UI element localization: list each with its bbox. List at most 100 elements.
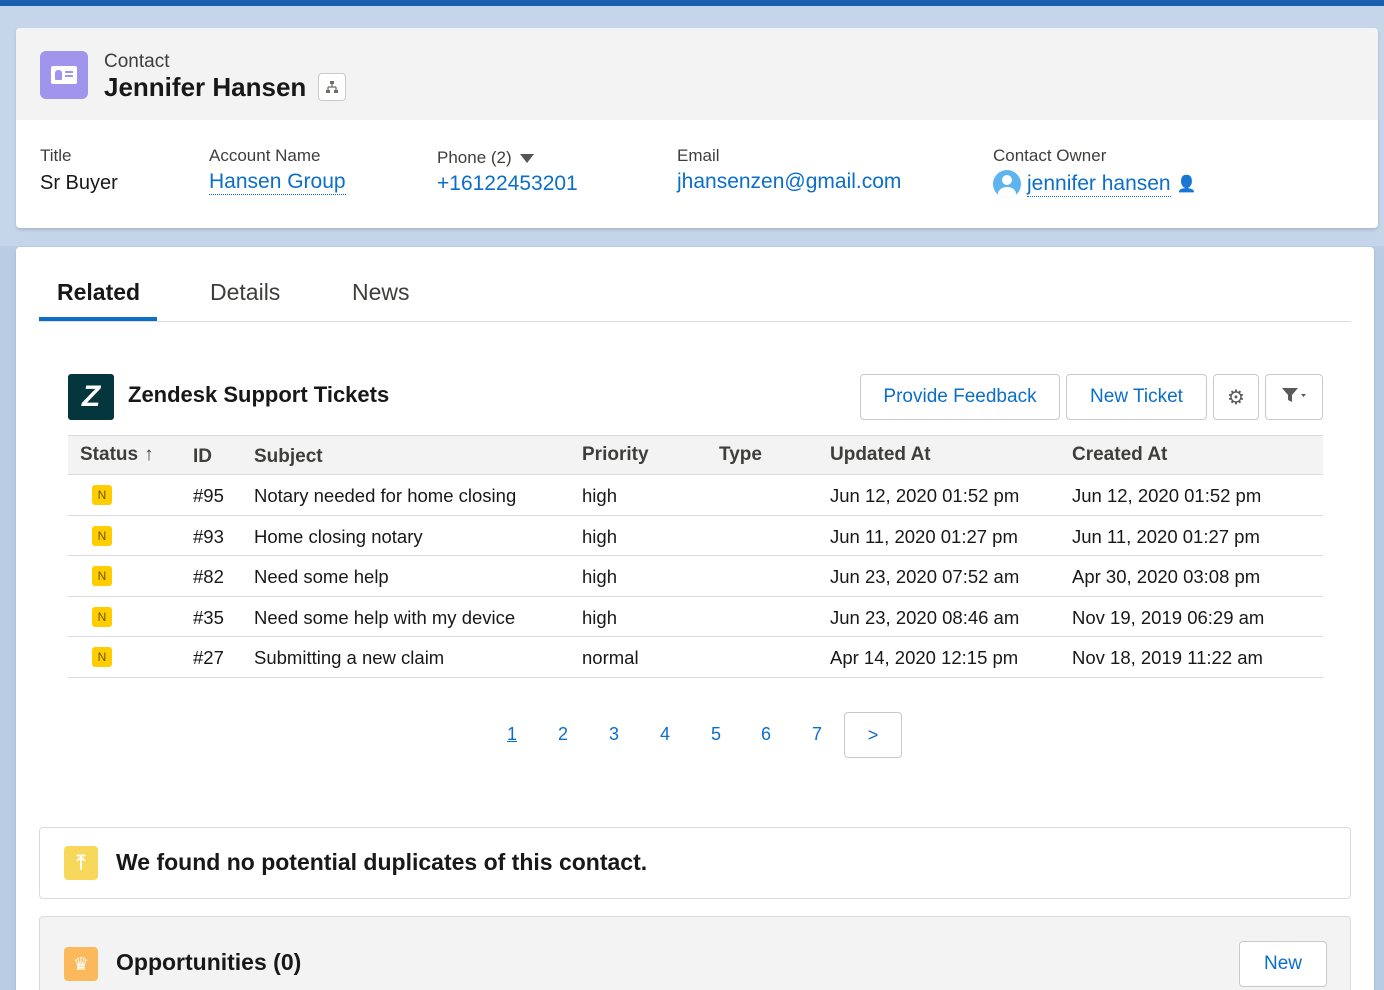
tab-related[interactable]: Related	[57, 279, 140, 306]
page-link-3[interactable]: 3	[609, 724, 619, 745]
email-link[interactable]: jhansenzen@gmail.com	[677, 170, 901, 194]
ticket-created: Nov 19, 2019 06:29 am	[1072, 606, 1265, 628]
opportunities-card: ♛ Opportunities (0) New	[39, 916, 1351, 990]
col-id[interactable]: ID	[193, 446, 212, 468]
ticket-subject[interactable]: Submitting a new claim	[254, 647, 444, 669]
ticket-priority: high	[582, 485, 617, 506]
ticket-id[interactable]: #35	[193, 607, 224, 629]
field-account: Account Name Hansen Group	[209, 146, 346, 195]
col-created[interactable]: Created At	[1072, 444, 1167, 466]
table-row[interactable]: N #82 Need some help high Jun 23, 2020 0…	[68, 556, 1323, 597]
field-title: Title Sr Buyer	[40, 146, 118, 195]
filter-button[interactable]	[1265, 374, 1323, 420]
ticket-subject[interactable]: Need some help	[254, 566, 389, 588]
col-subject[interactable]: Subject	[254, 446, 323, 468]
ticket-created: Apr 30, 2020 03:08 pm	[1072, 566, 1261, 587]
ticket-subject[interactable]: Notary needed for home closing	[254, 485, 516, 507]
account-link[interactable]: Hansen Group	[209, 170, 346, 195]
tickets-table: Status ↑ ID Subject Priority Type Updated…	[68, 435, 1323, 678]
page-link-2[interactable]: 2	[558, 724, 568, 745]
owner-link[interactable]: jennifer hansen	[1027, 172, 1171, 197]
record-header: Contact Jennifer Hansen Title Sr Buyer A…	[16, 28, 1378, 228]
new-ticket-button[interactable]: New Ticket	[1066, 374, 1207, 420]
phone-link[interactable]: +16122453201	[437, 172, 578, 196]
ticket-created: Nov 18, 2019 11:22 am	[1072, 647, 1263, 668]
chevron-down-icon[interactable]	[519, 154, 534, 164]
status-badge: N	[92, 566, 112, 586]
page-link-7[interactable]: 7	[812, 724, 822, 745]
field-phone-label[interactable]: Phone (2)	[437, 148, 578, 168]
hierarchy-icon[interactable]	[318, 73, 346, 101]
ticket-created: Jun 11, 2020 01:27 pm	[1072, 525, 1260, 547]
duplicates-message: We found no potential duplicates of this…	[116, 849, 648, 875]
avatar	[993, 170, 1021, 198]
opportunities-title[interactable]: Opportunities (0)	[116, 949, 301, 976]
ticket-updated: Apr 14, 2020 12:15 pm	[830, 647, 1019, 668]
table-row[interactable]: N #35 Need some help with my device high…	[68, 597, 1323, 637]
field-email: Email jhansenzen@gmail.com	[677, 146, 901, 194]
table-header: Status ↑ ID Subject Priority Type Updated…	[68, 435, 1323, 475]
col-status-label: Status	[80, 444, 139, 465]
related-panel: Related Details News Z Zendesk Support T…	[16, 247, 1374, 990]
ticket-updated: Jun 23, 2020 08:46 am	[830, 606, 1020, 628]
ticket-updated: Jun 23, 2020 07:52 am	[830, 566, 1020, 587]
col-status[interactable]: Status ↑	[80, 444, 154, 466]
table-row[interactable]: N #27 Submitting a new claim normal Apr …	[68, 637, 1323, 678]
ticket-priority: high	[582, 606, 617, 628]
col-priority[interactable]: Priority	[582, 444, 649, 466]
page-link-6[interactable]: 6	[761, 724, 771, 745]
new-opportunity-button[interactable]: New	[1239, 941, 1327, 987]
pagination: 1 2 3 4 5 6 7 >	[16, 712, 1374, 758]
field-phone: Phone (2) +16122453201	[437, 148, 578, 196]
ticket-id[interactable]: #93	[193, 526, 224, 548]
tab-news[interactable]: News	[352, 279, 410, 306]
field-owner-label: Contact Owner	[993, 146, 1107, 165]
contact-card-icon	[40, 51, 88, 99]
ticket-updated: Jun 11, 2020 01:27 pm	[830, 525, 1018, 547]
filter-icon	[1281, 386, 1307, 409]
ticket-id[interactable]: #82	[193, 566, 224, 588]
zendesk-logo: Z	[68, 374, 114, 420]
tab-details[interactable]: Details	[210, 279, 280, 306]
ticket-priority: normal	[582, 647, 639, 668]
record-name: Jennifer Hansen	[104, 72, 307, 102]
field-account-label: Account Name	[209, 146, 321, 165]
duplicates-card: ⤒ We found no potential duplicates of th…	[39, 827, 1351, 899]
crown-icon: ♛	[64, 947, 98, 981]
status-badge: N	[92, 525, 112, 546]
record-header-top: Contact Jennifer Hansen	[16, 28, 1378, 120]
sort-arrow-icon: ↑	[144, 444, 154, 465]
ticket-subject[interactable]: Home closing notary	[254, 526, 423, 548]
active-tab-indicator	[39, 317, 157, 321]
status-badge: N	[92, 647, 112, 667]
ticket-updated: Jun 12, 2020 01:52 pm	[830, 485, 1020, 506]
record-type-label: Contact	[104, 51, 170, 72]
ticket-id[interactable]: #27	[193, 647, 224, 669]
status-badge: N	[92, 606, 112, 627]
field-owner: Contact Owner jennifer hansen 👤	[993, 146, 1197, 198]
ticket-priority: high	[582, 525, 617, 547]
ticket-subject[interactable]: Need some help with my device	[254, 607, 515, 629]
gear-icon: ⚙	[1227, 386, 1245, 409]
next-page-button[interactable]: >	[844, 712, 902, 758]
phone-label-text: Phone (2)	[437, 148, 512, 167]
field-email-label: Email	[677, 146, 720, 165]
table-row[interactable]: N #95 Notary needed for home closing hig…	[68, 475, 1323, 516]
settings-button[interactable]: ⚙	[1213, 374, 1259, 420]
status-badge: N	[92, 485, 112, 505]
ticket-created: Jun 12, 2020 01:52 pm	[1072, 485, 1262, 506]
change-owner-icon[interactable]: 👤	[1177, 174, 1197, 194]
page-link-4[interactable]: 4	[660, 724, 670, 745]
ticket-id[interactable]: #95	[193, 485, 224, 507]
provide-feedback-button[interactable]: Provide Feedback	[860, 374, 1060, 420]
page-link-1[interactable]: 1	[507, 724, 517, 745]
table-row[interactable]: N #93 Home closing notary high Jun 11, 2…	[68, 516, 1323, 556]
col-type[interactable]: Type	[719, 444, 762, 466]
ticket-priority: high	[582, 566, 617, 587]
field-title-value: Sr Buyer	[40, 172, 118, 194]
merge-icon: ⤒	[64, 846, 98, 880]
page-link-5[interactable]: 5	[711, 724, 721, 745]
col-updated[interactable]: Updated At	[830, 444, 931, 466]
tab-bar: Related Details News	[39, 247, 1351, 322]
zendesk-title: Zendesk Support Tickets	[128, 382, 390, 407]
